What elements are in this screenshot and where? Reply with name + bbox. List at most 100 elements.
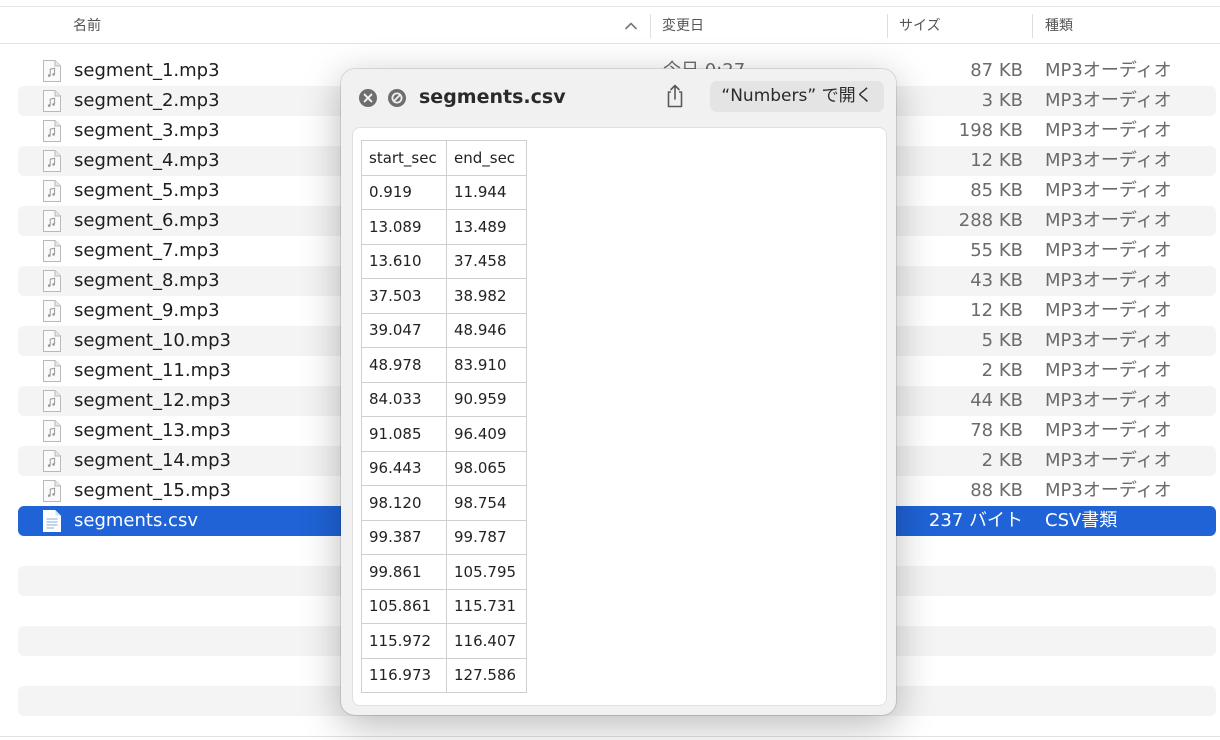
file-name: segment_9.mp3	[74, 300, 220, 321]
file-kind: MP3オーディオ	[1045, 450, 1172, 471]
file-name: segment_13.mp3	[74, 420, 231, 441]
table-cell: 84.033	[361, 381, 447, 417]
file-kind: MP3オーディオ	[1045, 90, 1172, 111]
audio-file-icon	[42, 299, 62, 323]
audio-file-icon	[42, 179, 62, 203]
audio-file-icon	[42, 329, 62, 353]
table-row: 99.387 99.787	[361, 519, 527, 555]
file-name: segment_2.mp3	[74, 90, 220, 111]
file-name: segment_11.mp3	[74, 360, 231, 381]
table-cell: 105.795	[446, 554, 527, 590]
file-size: 237 バイト	[928, 510, 1023, 531]
file-name: segments.csv	[74, 510, 198, 531]
table-cell: 96.409	[446, 416, 527, 452]
file-kind: MP3オーディオ	[1045, 210, 1172, 231]
table-row: 115.972 116.407	[361, 623, 527, 659]
table-row: 84.033 90.959	[361, 381, 527, 417]
table-cell: 13.089	[361, 209, 447, 245]
column-name-header[interactable]: 名前	[73, 10, 101, 42]
file-name: segment_7.mp3	[74, 240, 220, 261]
table-row: 13.089 13.489	[361, 209, 527, 245]
prohibited-icon[interactable]	[387, 88, 407, 108]
table-cell: 105.861	[361, 588, 447, 624]
table-cell: 98.754	[446, 485, 527, 521]
file-name: segment_15.mp3	[74, 480, 231, 501]
open-with-numbers-button[interactable]: “Numbers” で開く	[710, 81, 884, 112]
file-size: 198 KB	[958, 120, 1023, 141]
audio-file-icon	[42, 389, 62, 413]
chevron-up-icon[interactable]	[623, 18, 639, 34]
table-cell: 37.503	[361, 278, 447, 314]
table-cell: 91.085	[361, 416, 447, 452]
file-kind: MP3オーディオ	[1045, 120, 1172, 141]
audio-file-icon	[42, 59, 62, 83]
table-cell: 90.959	[446, 381, 527, 417]
column-separator[interactable]	[650, 14, 651, 38]
column-separator[interactable]	[887, 14, 888, 38]
table-row: 105.861 115.731	[361, 588, 527, 624]
file-kind: MP3オーディオ	[1045, 480, 1172, 501]
file-name: segment_14.mp3	[74, 450, 231, 471]
quicklook-title: segments.csv	[419, 86, 566, 108]
audio-file-icon	[42, 209, 62, 233]
audio-file-icon	[42, 149, 62, 173]
csv-table-body: 0.919 11.944 13.089 13.489 13.610 37.458 37.50…	[361, 174, 527, 693]
file-name: segment_8.mp3	[74, 270, 220, 291]
audio-file-icon	[42, 479, 62, 503]
header-cell: start_sec	[361, 140, 447, 176]
table-cell: 0.919	[361, 174, 447, 210]
table-row: 98.120 98.754	[361, 485, 527, 521]
table-cell: 115.731	[446, 588, 527, 624]
audio-file-icon	[42, 89, 62, 113]
table-cell: 99.787	[446, 519, 527, 555]
column-header: 名前 変更日 サイズ 種類	[0, 10, 1220, 44]
table-cell: 13.489	[446, 209, 527, 245]
table-row: 99.861 105.795	[361, 554, 527, 590]
table-row: 39.047 48.946	[361, 312, 527, 348]
file-kind: MP3オーディオ	[1045, 360, 1172, 381]
csv-table: start_sec end_sec 0.919 11.944 13.089 13.48…	[361, 140, 527, 693]
file-kind: MP3オーディオ	[1045, 420, 1172, 441]
divider	[0, 6, 1220, 7]
table-row: 91.085 96.409	[361, 416, 527, 452]
close-icon[interactable]	[358, 88, 378, 108]
table-cell: 48.946	[446, 312, 527, 348]
column-size-header[interactable]: サイズ	[899, 10, 941, 42]
table-cell: 115.972	[361, 623, 447, 659]
table-cell: 11.944	[446, 174, 527, 210]
table-header-row: start_sec end_sec	[361, 140, 527, 176]
table-cell: 96.443	[361, 450, 447, 486]
file-kind: MP3オーディオ	[1045, 240, 1172, 261]
column-modified-header[interactable]: 変更日	[662, 10, 704, 42]
file-kind: MP3オーディオ	[1045, 270, 1172, 291]
share-icon[interactable]	[663, 83, 687, 109]
file-name: segment_10.mp3	[74, 330, 231, 351]
table-row: 37.503 38.982	[361, 278, 527, 314]
table-cell: 116.407	[446, 623, 527, 659]
quicklook-titlebar[interactable]: segments.csv “Numbers” で開く	[341, 69, 896, 125]
file-size: 87 KB	[970, 60, 1023, 81]
table-row: 13.610 37.458	[361, 243, 527, 279]
file-size: 2 KB	[981, 360, 1023, 381]
divider	[0, 736, 1220, 737]
audio-file-icon	[42, 359, 62, 383]
table-cell: 99.387	[361, 519, 447, 555]
file-size: 5 KB	[981, 330, 1023, 351]
file-size: 55 KB	[970, 240, 1023, 261]
file-name: segment_3.mp3	[74, 120, 220, 141]
table-cell: 38.982	[446, 278, 527, 314]
table-row: 116.973 127.586	[361, 657, 527, 693]
file-name: segment_4.mp3	[74, 150, 220, 171]
file-size: 12 KB	[970, 150, 1023, 171]
divider	[0, 43, 1220, 44]
file-size: 3 KB	[981, 90, 1023, 111]
audio-file-icon	[42, 419, 62, 443]
table-row: 48.978 83.910	[361, 347, 527, 383]
file-name: segment_6.mp3	[74, 210, 220, 231]
column-separator[interactable]	[1032, 14, 1033, 38]
file-kind: CSV書類	[1045, 510, 1118, 531]
quicklook-window: segments.csv “Numbers” で開く start_sec end…	[341, 69, 896, 715]
audio-file-icon	[42, 449, 62, 473]
column-kind-header[interactable]: 種類	[1045, 10, 1073, 42]
header-cell: end_sec	[446, 140, 527, 176]
